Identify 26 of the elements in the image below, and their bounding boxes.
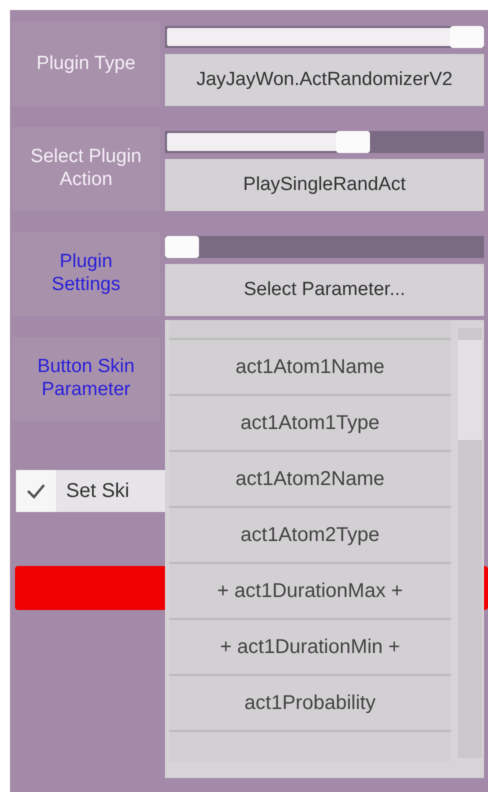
list-item[interactable]: act1Atom1Type: [169, 396, 451, 452]
list-item[interactable]: act1Atom1Name: [169, 340, 451, 396]
field-label: Plugin Settings: [12, 232, 160, 316]
dropdown-button[interactable]: PlaySingleRandAct: [165, 159, 484, 211]
list-item[interactable]: + act1DurationMin +: [169, 620, 451, 676]
checkmark-icon: [26, 483, 46, 499]
list-item[interactable]: [169, 320, 451, 340]
field-label: Plugin Type: [12, 22, 160, 106]
slider-track[interactable]: [165, 131, 484, 153]
dropdown-button[interactable]: JayJayWon.ActRandomizerV2: [165, 54, 484, 106]
field-label: Select Plugin Action: [12, 127, 160, 211]
scrollbar[interactable]: [458, 328, 482, 758]
checkbox[interactable]: [16, 470, 56, 512]
slider-handle[interactable]: [165, 236, 199, 258]
list-item[interactable]: + act1DurationMax +: [169, 564, 451, 620]
list-item[interactable]: act1Atom2Name: [169, 452, 451, 508]
field-label: Button Skin Parameter: [12, 337, 160, 421]
list-item[interactable]: act1Atom2Type: [169, 508, 451, 564]
list-item[interactable]: [169, 732, 451, 762]
slider-track[interactable]: [165, 236, 484, 258]
list-item[interactable]: act1Probability: [169, 676, 451, 732]
scrollbar-thumb[interactable]: [458, 340, 482, 440]
checkbox-label: Set Ski: [66, 480, 130, 502]
dropdown-button[interactable]: Select Parameter...: [165, 264, 484, 316]
slider-handle[interactable]: [450, 26, 484, 48]
slider-handle[interactable]: [336, 131, 370, 153]
